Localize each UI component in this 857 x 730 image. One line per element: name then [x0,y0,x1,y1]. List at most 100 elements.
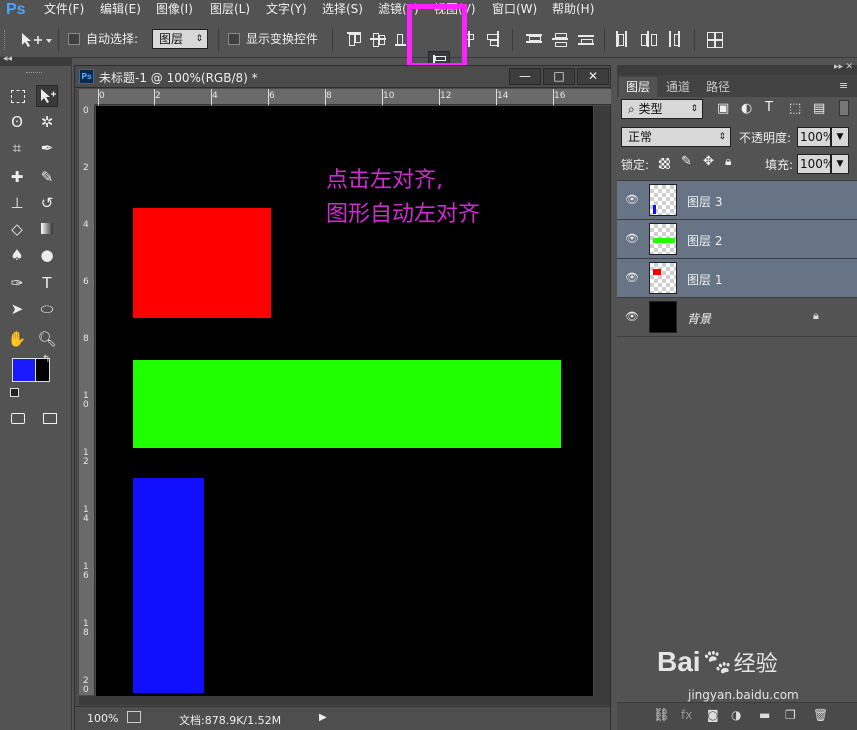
lock-transparent-icon[interactable] [659,158,670,169]
menu-file[interactable]: 文件(F) [44,0,84,20]
distribute-hcenter-button[interactable] [640,31,657,47]
pen-tool-icon[interactable]: ✑ [6,272,28,294]
panel-header[interactable]: ▸▸ ✕ [617,62,857,75]
status-menu-arrow-icon[interactable]: ▶ [319,712,327,723]
move-tool-preset-picker[interactable] [20,31,54,49]
canvas[interactable]: 点击左对齐, 图形自动左对齐 [96,106,593,696]
path-selection-tool-icon[interactable]: ➤ [6,298,28,320]
ruler-origin[interactable] [79,89,95,105]
opacity-input[interactable]: 100% [797,127,834,147]
close-panel-icon[interactable]: ✕ [845,62,853,72]
menu-edit[interactable]: 编辑(E) [100,0,141,20]
distribute-right-button[interactable] [666,31,682,47]
dodge-tool-icon[interactable]: ● [36,244,58,266]
visibility-eye-icon[interactable]: 👁︎ [625,193,639,207]
crop-tool-icon[interactable]: ⌗ [6,137,28,159]
filter-type-icon[interactable]: T [765,100,773,115]
show-transform-checkbox[interactable] [228,33,240,45]
distribute-left-button[interactable] [614,31,630,47]
align-hcenter-button[interactable] [466,31,474,47]
menu-type[interactable]: 文字(Y) [266,0,307,20]
panel-menu-icon[interactable]: ≡ [839,79,848,92]
zoom-tool-icon[interactable]: 🔍︎ [36,328,58,350]
quick-mask-icon[interactable] [6,408,28,430]
green-rectangle[interactable] [133,360,561,448]
lock-pixels-icon[interactable]: ✎ [681,154,692,169]
tab-channels[interactable]: 通道 [659,77,697,97]
tab-layers[interactable]: 图层 [619,77,657,97]
filter-toggle-switch[interactable] [839,100,849,116]
horizontal-scrollbar[interactable] [79,696,610,705]
history-brush-tool-icon[interactable]: ↺ [36,192,58,214]
ellipse-tool-icon[interactable]: ⬭ [36,298,58,320]
menu-image[interactable]: 图像(I) [156,0,193,20]
layer-filter-dropdown[interactable]: ⌕ 类型 ⇕ [621,99,703,119]
eraser-tool-icon[interactable]: ◇ [6,218,28,240]
fill-input[interactable]: 100% [797,154,834,174]
new-layer-icon[interactable]: ❐ [785,708,796,722]
new-group-icon[interactable]: ▬ [759,708,770,722]
lock-position-icon[interactable]: ✥ [703,154,714,169]
distribute-top-button[interactable] [526,31,542,47]
type-tool-icon[interactable]: T [36,272,58,294]
close-button[interactable]: ✕ [577,68,609,85]
red-rectangle[interactable] [133,208,271,318]
menu-select[interactable]: 选择(S) [322,0,363,20]
clone-stamp-tool-icon[interactable]: ⊥ [6,192,28,214]
default-colors-icon[interactable] [10,388,19,397]
fx-icon[interactable]: fx [681,708,692,722]
healing-brush-tool-icon[interactable]: ✚ [6,166,28,188]
export-icon[interactable] [127,711,141,723]
menu-help[interactable]: 帮助(H) [552,0,594,20]
move-tool-button[interactable] [36,85,58,107]
align-right-button[interactable] [484,31,500,47]
collapse-panels-icon[interactable]: ▸▸ [834,62,843,72]
trash-icon[interactable]: 🗑︎ [813,708,828,722]
magic-wand-tool-icon[interactable]: ✲ [36,111,58,133]
filter-adjustment-icon[interactable]: ◐ [741,101,752,116]
filter-pixel-icon[interactable]: ▣ [717,101,729,116]
filter-shape-icon[interactable]: ⬚ [789,101,801,116]
layer-row-2[interactable]: 👁︎ 图层 2 [617,220,857,259]
document-tab-bar[interactable]: Ps 未标题-1 @ 100%(RGB/8) * — □ ✕ [75,66,610,88]
blur-tool-icon[interactable]: ♠ [6,244,28,266]
zoom-level[interactable]: 100% [87,712,118,725]
minimize-button[interactable]: — [509,68,541,85]
foreground-color-swatch[interactable] [12,358,36,382]
visibility-eye-icon[interactable]: 👁︎ [625,232,639,246]
auto-select-dropdown[interactable]: 图层 ⇕ [152,29,208,49]
align-vcenter-button[interactable] [370,31,386,47]
layer-row-3[interactable]: 👁︎ 图层 3 [617,181,857,220]
align-top-button[interactable] [346,31,362,47]
lasso-tool-icon[interactable]: ʘ [6,111,28,133]
visibility-eye-icon[interactable]: 👁︎ [625,271,639,285]
eyedropper-tool-icon[interactable]: ✒ [36,137,58,159]
toolbar-header[interactable]: ◂◂ [0,54,72,66]
layer-row-1[interactable]: 👁︎ 图层 1 [617,259,857,298]
gradient-tool-icon[interactable] [36,218,58,240]
vertical-scrollbar[interactable] [594,106,610,696]
visibility-eye-icon[interactable]: 👁︎ [625,310,639,324]
maximize-button[interactable]: □ [543,68,575,85]
blend-mode-dropdown[interactable]: 正常 ⇕ [621,127,731,147]
add-mask-icon[interactable]: ◙ [707,708,719,722]
distribute-bottom-button[interactable] [578,31,594,47]
swap-colors-icon[interactable]: ↰ [42,354,50,365]
lock-all-icon[interactable]: 🔒︎ [725,154,731,169]
distribute-vcenter-button[interactable] [552,31,568,47]
marquee-tool-icon[interactable] [6,85,28,107]
brush-tool-icon[interactable]: ✎ [36,166,58,188]
auto-select-checkbox[interactable] [68,33,80,45]
tab-paths[interactable]: 路径 [699,77,737,97]
layer-row-background[interactable]: 👁︎ 背景 🔒︎ [617,298,857,337]
options-grip[interactable] [4,30,12,50]
link-layers-icon[interactable]: ⛓ [653,708,670,723]
menu-window[interactable]: 窗口(W) [492,0,537,20]
toolbar-grip[interactable] [26,72,42,74]
screen-mode-icon[interactable] [38,408,60,430]
opacity-slider-arrow-icon[interactable]: ▼ [831,127,849,147]
menu-layer[interactable]: 图层(L) [210,0,250,20]
adjustment-layer-icon[interactable]: ◑ [731,708,741,722]
blue-rectangle[interactable] [133,478,204,693]
fill-slider-arrow-icon[interactable]: ▼ [831,154,849,174]
